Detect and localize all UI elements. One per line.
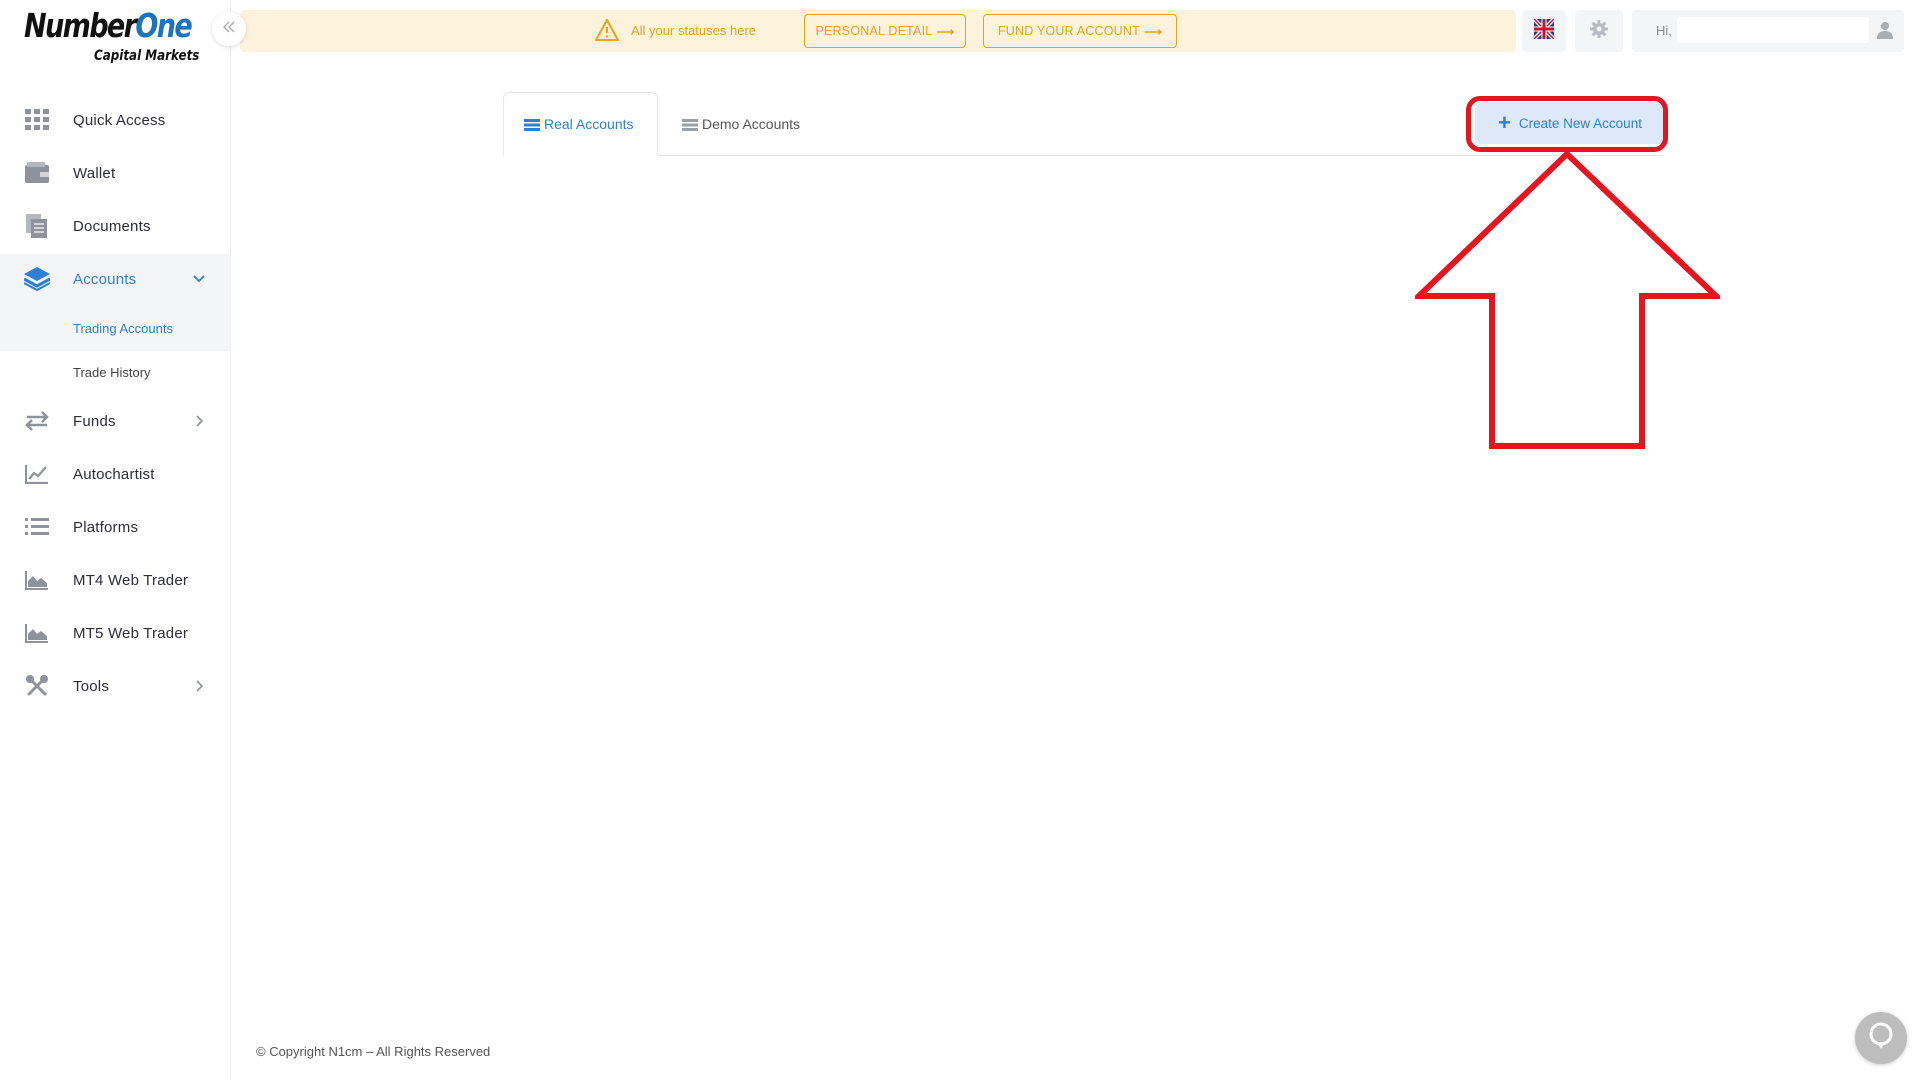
- sidebar-item-label: Funds: [73, 412, 116, 430]
- sidebar-item-mt5-web-trader[interactable]: MT5 Web Trader: [0, 608, 231, 658]
- personal-detail-button[interactable]: PERSONAL DETAIL ⟶: [804, 14, 966, 48]
- personal-detail-label: PERSONAL DETAIL: [815, 24, 933, 38]
- settings-button[interactable]: [1575, 10, 1623, 52]
- sidebar-item-label: Platforms: [73, 518, 139, 536]
- tab-real-accounts[interactable]: Real Accounts: [503, 92, 658, 156]
- logo-brand-one: One: [135, 6, 192, 45]
- warning-icon: [595, 19, 619, 41]
- sidebar-item-documents[interactable]: Documents: [0, 201, 231, 251]
- grid-icon: [24, 107, 50, 133]
- layers-icon: [24, 266, 50, 292]
- area-chart-icon: [24, 567, 50, 593]
- chevrons-left-icon: [222, 20, 236, 39]
- sidebar: NumberOne Capital Markets Quick Access W…: [0, 0, 231, 1080]
- user-name-field: [1677, 17, 1869, 43]
- arrow-right-icon: ⟶: [936, 24, 955, 39]
- sidebar-collapse-button[interactable]: [212, 12, 246, 46]
- sidebar-item-label: Documents: [73, 217, 151, 235]
- sidebar-item-label: MT4 Web Trader: [73, 571, 189, 589]
- documents-icon: [24, 213, 50, 239]
- status-bar: All your statuses here PERSONAL DETAIL ⟶ …: [240, 10, 1516, 52]
- table-icon: [524, 118, 540, 131]
- user-menu[interactable]: Hi,: [1632, 10, 1904, 52]
- sidebar-item-quick-access[interactable]: Quick Access: [0, 95, 231, 145]
- tools-icon: [24, 673, 50, 699]
- sidebar-item-label: MT5 Web Trader: [73, 624, 189, 642]
- sidebar-subitem-label: Trade History: [73, 364, 151, 380]
- list-icon: [24, 514, 50, 540]
- chevron-down-icon: [192, 272, 206, 286]
- area-chart-icon: [24, 620, 50, 646]
- tab-label: Real Accounts: [544, 116, 634, 132]
- footer-copyright: © Copyright N1cm – All Rights Reserved: [256, 1044, 491, 1059]
- sidebar-item-tools[interactable]: Tools: [0, 661, 231, 711]
- sidebar-subitem-trade-history[interactable]: Trade History: [0, 350, 231, 394]
- sidebar-subitem-label: Trading Accounts: [73, 320, 173, 336]
- uk-flag-icon: [1532, 17, 1556, 44]
- sidebar-item-autochartist[interactable]: Autochartist: [0, 449, 231, 499]
- wallet-icon: [24, 160, 50, 186]
- sidebar-subitem-trading-accounts[interactable]: Trading Accounts: [0, 306, 231, 350]
- create-new-account-label: Create New Account: [1518, 115, 1642, 131]
- sidebar-item-funds[interactable]: Funds: [0, 396, 231, 446]
- sidebar-item-mt4-web-trader[interactable]: MT4 Web Trader: [0, 555, 231, 605]
- chart-line-icon: [24, 461, 50, 487]
- sidebar-item-wallet[interactable]: Wallet: [0, 148, 231, 198]
- tab-demo-accounts[interactable]: Demo Accounts: [682, 92, 800, 156]
- language-selector[interactable]: [1522, 10, 1566, 52]
- sidebar-item-accounts[interactable]: Accounts: [0, 254, 231, 304]
- status-message: All your statuses here: [631, 23, 757, 38]
- chat-bubble-icon: [1868, 1022, 1894, 1055]
- tabs-divider: [503, 155, 1663, 156]
- sidebar-item-label: Accounts: [73, 270, 137, 288]
- user-avatar-icon: [1876, 21, 1894, 39]
- table-icon: [682, 118, 698, 131]
- logo-brand: NumberOne: [24, 6, 193, 45]
- sidebar-item-platforms[interactable]: Platforms: [0, 502, 231, 552]
- sidebar-item-label: Tools: [73, 677, 110, 695]
- fund-account-label: FUND YOUR ACCOUNT: [997, 24, 1140, 38]
- user-greeting: Hi,: [1656, 23, 1672, 38]
- logo-brand-number: Number: [24, 6, 137, 45]
- transfer-icon: [24, 408, 50, 434]
- sidebar-item-label: Wallet: [73, 164, 116, 182]
- gear-icon: [1590, 19, 1608, 43]
- tab-label: Demo Accounts: [702, 116, 801, 132]
- logo[interactable]: NumberOne Capital Markets: [24, 6, 199, 70]
- logo-subtitle: Capital Markets: [94, 48, 200, 64]
- pointer-arrow-annotation: [1415, 150, 1720, 449]
- arrow-right-icon: ⟶: [1143, 24, 1163, 39]
- chat-button[interactable]: [1855, 1012, 1907, 1064]
- plus-icon: +: [1498, 110, 1511, 135]
- create-new-account-button[interactable]: + Create New Account: [1475, 102, 1665, 144]
- sidebar-item-label: Autochartist: [73, 465, 155, 483]
- chevron-right-icon: [192, 679, 206, 693]
- fund-account-button[interactable]: FUND YOUR ACCOUNT ⟶: [983, 14, 1177, 48]
- sidebar-item-label: Quick Access: [73, 111, 166, 129]
- chevron-right-icon: [192, 414, 206, 428]
